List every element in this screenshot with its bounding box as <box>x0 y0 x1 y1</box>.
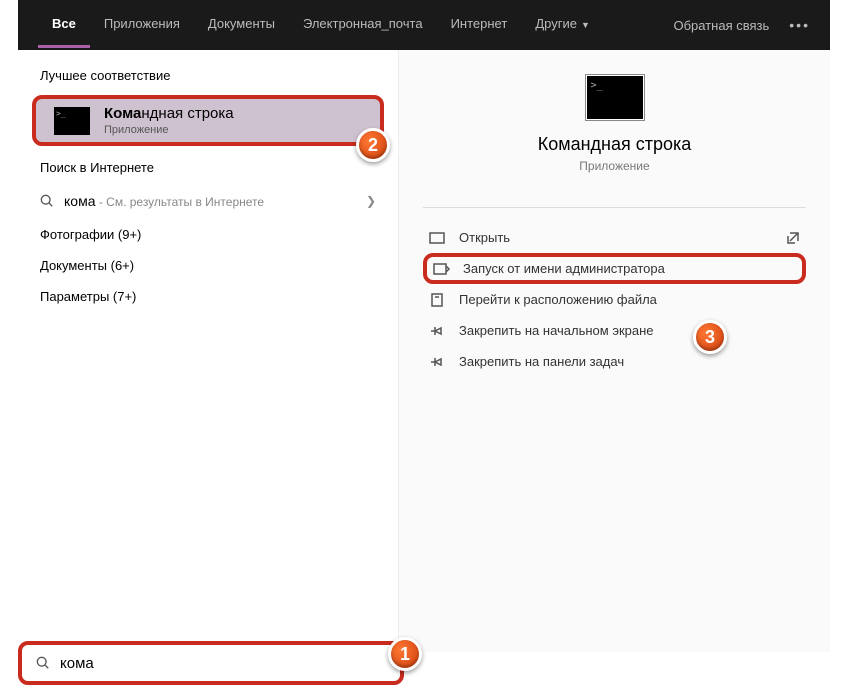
search-web-row[interactable]: кома - См. результаты в Интернете ❯ <box>18 183 398 219</box>
category-settings[interactable]: Параметры (7+) <box>18 281 398 312</box>
action-open-location[interactable]: Перейти к расположению файла <box>423 284 806 315</box>
header-right: Обратная связь ••• <box>674 17 811 33</box>
best-match-title: Командная строка <box>104 105 234 122</box>
search-input[interactable] <box>60 655 386 672</box>
action-pin-taskbar[interactable]: Закрепить на панели задач <box>423 346 806 377</box>
web-header: Поиск в Интернете <box>18 152 398 183</box>
tab-all[interactable]: Все <box>38 2 90 48</box>
search-icon <box>40 194 54 208</box>
header: Все Приложения Документы Электронная_поч… <box>18 0 830 50</box>
annotation-badge-1: 1 <box>388 637 422 671</box>
tab-internet[interactable]: Интернет <box>437 2 522 48</box>
preview-panel: Командная строка Приложение Открыть Запу… <box>398 50 830 652</box>
tab-documents[interactable]: Документы <box>194 2 289 48</box>
action-pin-start[interactable]: Закрепить на начальном экране <box>423 315 806 346</box>
chevron-down-icon: ▼ <box>581 20 590 30</box>
cmd-icon <box>54 107 90 135</box>
best-match-subtitle: Приложение <box>104 124 234 136</box>
shield-icon <box>433 262 451 276</box>
annotation-badge-2: 2 <box>356 128 390 162</box>
folder-icon <box>429 293 447 307</box>
tab-more[interactable]: Другие▼ <box>521 2 604 48</box>
results-panel: Лучшее соответствие Командная строка При… <box>18 50 398 652</box>
search-icon <box>36 656 50 670</box>
open-external-icon <box>786 231 800 245</box>
tab-apps[interactable]: Приложения <box>90 2 194 48</box>
tab-email[interactable]: Электронная_почта <box>289 2 437 48</box>
open-icon <box>429 231 447 245</box>
more-options-icon[interactable]: ••• <box>789 17 810 33</box>
category-documents[interactable]: Документы (6+) <box>18 250 398 281</box>
action-open[interactable]: Открыть <box>423 222 806 253</box>
search-bar[interactable] <box>18 641 404 685</box>
separator <box>423 207 806 208</box>
category-photos[interactable]: Фотографии (9+) <box>18 219 398 250</box>
feedback-link[interactable]: Обратная связь <box>674 18 770 33</box>
best-match-item[interactable]: Командная строка Приложение <box>32 95 384 146</box>
chevron-right-icon: ❯ <box>366 194 376 208</box>
best-match-header: Лучшее соответствие <box>18 60 398 91</box>
pin-icon <box>429 324 447 338</box>
preview-subtitle: Приложение <box>423 159 806 173</box>
web-text: кома - См. результаты в Интернете <box>64 193 366 209</box>
preview-title: Командная строка <box>423 134 806 155</box>
preview-header: Командная строка Приложение <box>423 70 806 193</box>
action-run-as-admin[interactable]: Запуск от имени администратора <box>423 253 806 284</box>
cmd-icon <box>586 75 644 120</box>
annotation-badge-3: 3 <box>693 320 727 354</box>
tabs: Все Приложения Документы Электронная_поч… <box>38 2 604 48</box>
pin-icon <box>429 355 447 369</box>
